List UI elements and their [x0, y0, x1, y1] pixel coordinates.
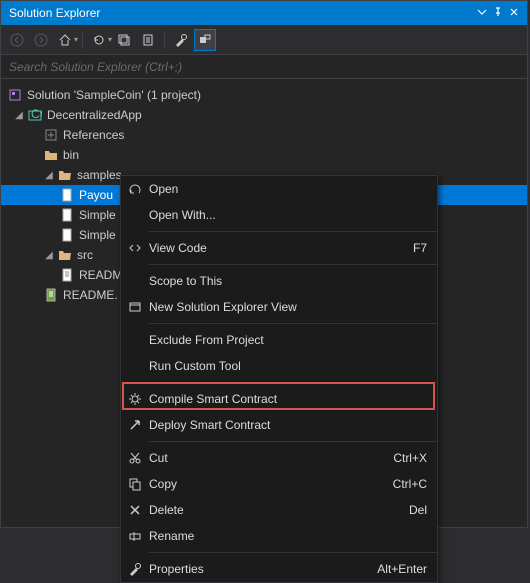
- menu-exclude-from-project[interactable]: Exclude From Project: [121, 327, 437, 353]
- expander-open-icon[interactable]: ◢: [43, 249, 55, 261]
- menu-separator: [149, 552, 437, 553]
- menu-separator: [149, 231, 437, 232]
- wrench-icon: [121, 562, 149, 576]
- folder-open-icon: [57, 247, 73, 263]
- csharp-project-icon: C#: [27, 107, 43, 123]
- menu-cut[interactable]: Cut Ctrl+X: [121, 445, 437, 471]
- gear-icon: [121, 392, 149, 406]
- context-menu: Open Open With... View Code F7 Scope to …: [120, 175, 438, 583]
- menu-open-with[interactable]: Open With...: [121, 202, 437, 228]
- text-file-icon: [59, 267, 75, 283]
- csharp-file-icon: [59, 227, 75, 243]
- references-node[interactable]: References: [1, 125, 527, 145]
- forward-button: [30, 29, 52, 51]
- properties-button[interactable]: [170, 29, 192, 51]
- panel-titlebar: Solution Explorer: [1, 1, 527, 25]
- csharp-file-icon: [59, 207, 75, 223]
- solution-icon: [7, 87, 23, 103]
- menu-copy[interactable]: Copy Ctrl+C: [121, 471, 437, 497]
- search-placeholder: Search Solution Explorer (Ctrl+;): [9, 60, 182, 74]
- home-button[interactable]: [54, 29, 76, 51]
- show-all-files-button[interactable]: [137, 29, 159, 51]
- expander-open-icon[interactable]: ◢: [13, 109, 25, 121]
- preview-button[interactable]: [194, 29, 216, 51]
- deploy-icon: [121, 418, 149, 432]
- menu-separator: [149, 323, 437, 324]
- text-file-icon: [43, 287, 59, 303]
- svg-text:C#: C#: [31, 108, 42, 121]
- folder-open-icon: [57, 167, 73, 183]
- open-icon: [121, 182, 149, 196]
- menu-scope-to-this[interactable]: Scope to This: [121, 268, 437, 294]
- menu-new-solution-explorer-view[interactable]: New Solution Explorer View: [121, 294, 437, 320]
- panel-title: Solution Explorer: [9, 6, 477, 20]
- pin-icon[interactable]: [493, 6, 503, 20]
- expander-open-icon[interactable]: ◢: [43, 169, 55, 181]
- csharp-file-icon: [59, 187, 75, 203]
- sync-dropdown[interactable]: ▾: [108, 35, 112, 44]
- menu-view-code[interactable]: View Code F7: [121, 235, 437, 261]
- menu-compile-smart-contract[interactable]: Compile Smart Contract: [121, 386, 437, 412]
- bin-folder[interactable]: bin: [1, 145, 527, 165]
- toolbar: ▾ ▾: [1, 25, 527, 55]
- menu-separator: [149, 264, 437, 265]
- references-icon: [43, 127, 59, 143]
- rename-icon: [121, 529, 149, 543]
- copy-icon: [121, 477, 149, 491]
- close-icon[interactable]: [509, 6, 519, 20]
- menu-deploy-smart-contract[interactable]: Deploy Smart Contract: [121, 412, 437, 438]
- menu-run-custom-tool[interactable]: Run Custom Tool: [121, 353, 437, 379]
- view-code-icon: [121, 241, 149, 255]
- new-view-icon: [121, 300, 149, 314]
- menu-properties[interactable]: Properties Alt+Enter: [121, 556, 437, 582]
- search-input[interactable]: Search Solution Explorer (Ctrl+;): [1, 55, 527, 79]
- menu-delete[interactable]: Delete Del: [121, 497, 437, 523]
- collapse-all-button[interactable]: [113, 29, 135, 51]
- home-dropdown[interactable]: ▾: [74, 35, 78, 44]
- delete-icon: [121, 503, 149, 517]
- folder-icon: [43, 147, 59, 163]
- menu-open[interactable]: Open: [121, 176, 437, 202]
- menu-rename[interactable]: Rename: [121, 523, 437, 549]
- dropdown-icon[interactable]: [477, 6, 487, 20]
- sync-button[interactable]: [88, 29, 110, 51]
- menu-separator: [149, 441, 437, 442]
- project-node[interactable]: ◢ C# DecentralizedApp: [1, 105, 527, 125]
- solution-node[interactable]: Solution 'SampleCoin' (1 project): [1, 85, 527, 105]
- menu-separator: [149, 382, 437, 383]
- cut-icon: [121, 451, 149, 465]
- back-button: [6, 29, 28, 51]
